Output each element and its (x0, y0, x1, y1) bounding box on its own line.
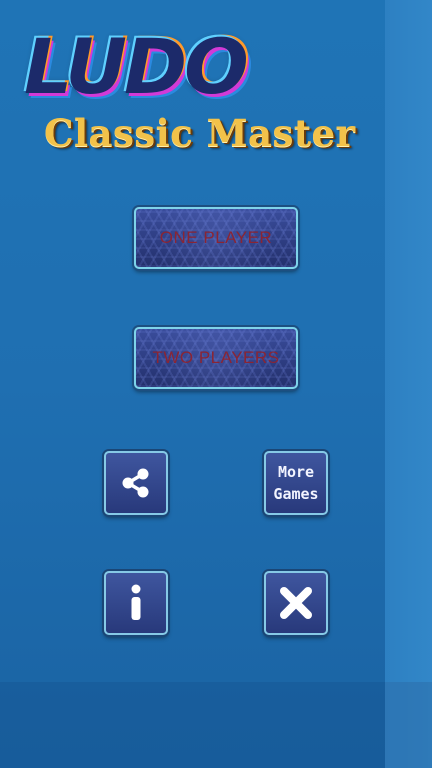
logo-subtitle: Classic Master (44, 111, 356, 155)
close-icon (280, 587, 312, 619)
one-player-button[interactable]: ONE PLAYER (134, 207, 298, 269)
one-player-label: ONE PLAYER (159, 228, 273, 247)
two-players-button[interactable]: TWO PLAYERS (134, 327, 298, 389)
share-icon (122, 468, 149, 498)
bottom-band (0, 682, 432, 768)
more-games-line1: More (277, 463, 315, 481)
share-button[interactable] (104, 451, 168, 515)
two-players-label: TWO PLAYERS (152, 348, 280, 367)
logo-title: LUDO (24, 22, 249, 111)
more-games-line2: Games (273, 485, 319, 503)
more-games-button[interactable]: More Games (264, 451, 328, 515)
right-edge-panel (385, 0, 432, 768)
info-button[interactable] (104, 571, 168, 635)
info-icon (131, 584, 141, 620)
exit-button[interactable] (264, 571, 328, 635)
